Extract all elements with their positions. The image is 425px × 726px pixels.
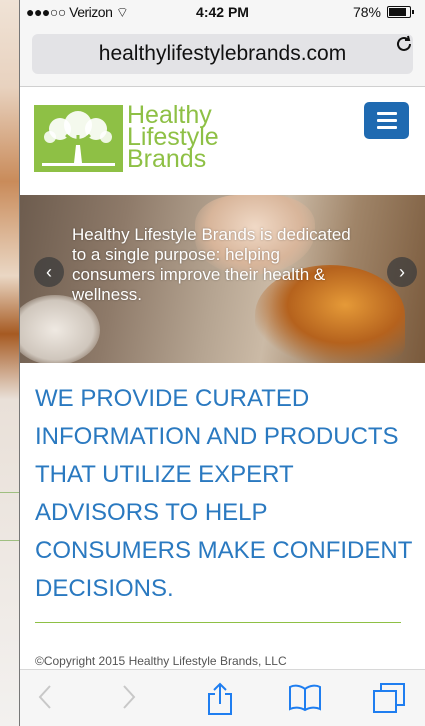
copyright-text: ©Copyright 2015 Healthy Lifestyle Brands…: [35, 654, 287, 668]
forward-button[interactable]: [118, 682, 140, 719]
chevron-left-icon: ‹: [46, 262, 52, 282]
tabs-button[interactable]: [372, 682, 406, 721]
tree-logo-icon[interactable]: [34, 105, 123, 172]
background-desk: [0, 0, 20, 726]
site-header: Healthy Lifestyle Brands: [20, 87, 425, 195]
url-field[interactable]: healthylifestylebrands.com: [32, 34, 413, 74]
hamburger-menu-button[interactable]: [364, 102, 409, 139]
phone-screen: ●●●○○ Verizon ⌔ 4:42 PM 78% healthylifes…: [20, 0, 425, 726]
carousel-next-button[interactable]: ›: [387, 257, 417, 287]
menu-bar: [376, 119, 397, 122]
menu-bar: [376, 112, 397, 115]
url-text: healthylifestylebrands.com: [98, 42, 347, 65]
battery-info: 78%: [352, 4, 414, 20]
background-line: [0, 540, 20, 541]
battery-icon: [387, 6, 414, 18]
hero-caption: Healthy Lifestyle Brands is dedicated to…: [72, 225, 351, 304]
mission-headline: WE PROVIDE CURATED INFORMATION AND PRODU…: [35, 385, 412, 602]
status-bar: ●●●○○ Verizon ⌔ 4:42 PM 78%: [20, 0, 425, 26]
reload-icon[interactable]: [393, 33, 415, 62]
browser-address-bar: healthylifestylebrands.com: [20, 26, 425, 87]
browser-toolbar: [20, 669, 425, 726]
battery-percent: 78%: [352, 4, 381, 20]
bookmarks-button[interactable]: [288, 682, 322, 719]
logo-line: Brands: [127, 145, 207, 173]
back-button[interactable]: [34, 682, 56, 719]
hero-image-cup: [20, 295, 100, 363]
brand-logo-text[interactable]: Healthy Lifestyle Brands: [127, 103, 219, 173]
chevron-right-icon: ›: [399, 262, 405, 282]
background-line: [0, 492, 20, 493]
divider: [35, 622, 401, 623]
menu-bar: [376, 126, 397, 129]
battery-level: [389, 8, 407, 16]
carousel-prev-button[interactable]: ‹: [34, 257, 64, 287]
hero-carousel: Healthy Lifestyle Brands is dedicated to…: [20, 195, 425, 363]
share-button[interactable]: [206, 682, 234, 723]
